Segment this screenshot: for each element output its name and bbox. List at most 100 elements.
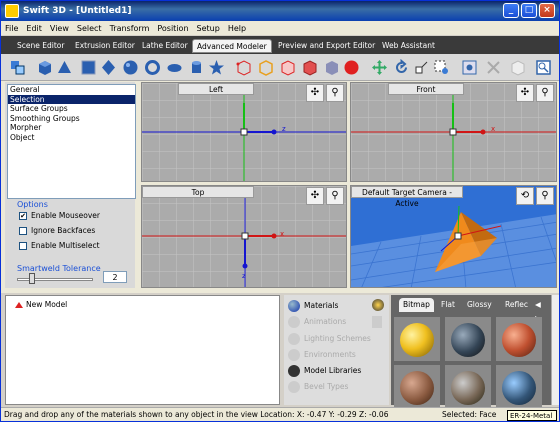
list-item[interactable]: Morpher	[8, 123, 135, 133]
pan-view-icon[interactable]: ✣	[516, 84, 534, 102]
smartweld-value[interactable]: 2	[103, 271, 127, 283]
viewport-camera[interactable]: Default Target Camera - Active ⟲ ⚲	[350, 185, 557, 288]
menu-edit[interactable]: Edit	[22, 21, 46, 36]
object-mode-icon[interactable]	[323, 59, 340, 76]
tree-node[interactable]: New Model	[26, 300, 67, 309]
tab-extrusion-editor[interactable]: Extrusion Editor	[71, 39, 139, 53]
model-libraries-item[interactable]: Model Libraries	[304, 366, 361, 375]
tab-scroll-arrows[interactable]: ◀ ▶	[531, 298, 551, 323]
subdivide-tool-icon[interactable]	[509, 59, 526, 76]
list-item[interactable]: Object	[8, 133, 135, 143]
zoom-view-icon[interactable]: ⚲	[536, 187, 554, 205]
tab-reflective[interactable]: Reflec	[501, 298, 532, 312]
tab-advanced-modeler[interactable]: Advanced Modeler	[192, 39, 272, 53]
toolbar	[1, 54, 559, 81]
tooltip: ER-24-Metal	[507, 410, 557, 421]
model-tree[interactable]: New Model	[5, 295, 280, 405]
rotate-tool-icon[interactable]	[393, 59, 410, 76]
list-item[interactable]: General	[8, 85, 135, 95]
tab-bitmap[interactable]: Bitmap	[399, 298, 434, 312]
pan-view-icon[interactable]: ✣	[306, 187, 324, 205]
group-mode-icon[interactable]	[343, 59, 360, 76]
selection-status: Selected: Face	[442, 410, 497, 419]
menu-view[interactable]: View	[46, 21, 73, 36]
minimize-button[interactable]: _	[503, 3, 519, 18]
menu-select[interactable]: Select	[73, 21, 106, 36]
tab-web-assistant[interactable]: Web Assistant	[378, 39, 439, 53]
list-item[interactable]: Smoothing Groups	[8, 114, 135, 124]
close-button[interactable]: ×	[539, 3, 555, 18]
tab-glossy[interactable]: Glossy	[463, 298, 496, 312]
scale-tool-icon[interactable]	[413, 59, 430, 76]
vertex-mode-icon[interactable]	[235, 59, 252, 76]
tab-scene-editor[interactable]: Scene Editor	[13, 39, 68, 53]
smartweld-slider-handle[interactable]	[29, 273, 35, 284]
viewport-top[interactable]: x z Top ✣ ⚲	[141, 185, 347, 288]
material-swatch[interactable]	[496, 365, 542, 409]
material-edit-icon[interactable]	[372, 299, 384, 311]
move-tool-icon[interactable]	[371, 59, 388, 76]
plane-primitive-icon[interactable]	[80, 59, 97, 76]
list-item[interactable]: Selection	[8, 94, 135, 104]
bottom-panel: New Model Materials Animations Lighting …	[1, 293, 559, 409]
enable-mouseover-label: Enable Mouseover	[31, 211, 100, 220]
zoom-view-icon[interactable]: ⚲	[326, 187, 344, 205]
menu-setup[interactable]: Setup	[193, 21, 224, 36]
menu-help[interactable]: Help	[224, 21, 250, 36]
materials-item[interactable]: Materials	[304, 301, 338, 310]
property-list: General Selection Surface Groups Smoothi…	[7, 84, 136, 199]
enable-mouseover-checkbox[interactable]: ✔	[19, 212, 27, 220]
face-mode-icon[interactable]	[279, 59, 296, 76]
material-swatch[interactable]	[394, 365, 440, 409]
material-swatch[interactable]	[445, 365, 491, 409]
cylinder-primitive-icon[interactable]	[188, 59, 205, 76]
tab-lathe-editor[interactable]: Lathe Editor	[138, 39, 192, 53]
tab-flat[interactable]: Flat	[437, 298, 459, 312]
menu-transform[interactable]: Transform	[106, 21, 154, 36]
zoom-extents-icon[interactable]	[461, 59, 478, 76]
animations-item[interactable]: Animations	[304, 317, 346, 326]
diamond-primitive-icon[interactable]	[100, 59, 117, 76]
material-gallery: Bitmap Flat Glossy Reflec ◀ ▶	[391, 295, 551, 409]
menu-file[interactable]: File	[1, 21, 22, 36]
material-options-icon[interactable]	[372, 316, 382, 328]
ignore-backfaces-checkbox[interactable]	[19, 227, 27, 235]
ignore-backfaces-label: Ignore Backfaces	[31, 226, 96, 235]
torus-primitive-icon[interactable]	[144, 59, 161, 76]
viewport-front[interactable]: x Front ✣ ⚲	[350, 82, 557, 182]
bevel-types-item[interactable]: Bevel Types	[304, 382, 348, 391]
zoom-view-icon[interactable]: ⚲	[326, 84, 344, 102]
zoom-view-icon[interactable]: ⚲	[536, 84, 554, 102]
list-item[interactable]: Surface Groups	[8, 104, 135, 114]
select-tool-icon[interactable]	[9, 59, 26, 76]
edge-mode-icon[interactable]	[257, 59, 274, 76]
smartweld-label: Smartweld Tolerance	[17, 264, 101, 273]
material-swatch[interactable]	[394, 317, 440, 361]
cube-primitive-icon[interactable]	[36, 59, 53, 76]
pan-view-icon[interactable]: ✣	[306, 84, 324, 102]
enable-multiselect-checkbox[interactable]	[19, 242, 27, 250]
maximize-button[interactable]: □	[521, 3, 537, 18]
cone-primitive-icon[interactable]	[56, 59, 73, 76]
material-swatch[interactable]	[496, 317, 542, 361]
lathe-tool-icon[interactable]	[433, 59, 450, 76]
title-bar[interactable]: Swift 3D - [Untitled1] _ □ ×	[1, 1, 559, 21]
tab-preview-export[interactable]: Preview and Export Editor	[274, 39, 379, 53]
disc-primitive-icon[interactable]	[166, 59, 183, 76]
lighting-schemes-item[interactable]: Lighting Schemes	[304, 334, 371, 343]
star-primitive-icon[interactable]	[208, 59, 225, 76]
menu-position[interactable]: Position	[153, 21, 192, 36]
weld-tool-icon[interactable]	[485, 59, 502, 76]
material-swatch[interactable]	[445, 317, 491, 361]
app-window: Swift 3D - [Untitled1] _ □ × File Edit Vie…	[0, 0, 560, 422]
orbit-view-icon[interactable]: ⟲	[516, 187, 534, 205]
polygon-mode-icon[interactable]	[301, 59, 318, 76]
svg-text:x: x	[280, 230, 284, 238]
environments-item[interactable]: Environments	[304, 350, 356, 359]
viewport-left-title: Left	[178, 83, 254, 95]
animations-icon	[288, 316, 300, 328]
sphere-primitive-icon[interactable]	[122, 59, 139, 76]
gallery-scrollbar[interactable]	[551, 295, 559, 405]
viewport-left[interactable]: z Left ✣ ⚲	[141, 82, 347, 182]
render-view-icon[interactable]	[535, 59, 552, 76]
